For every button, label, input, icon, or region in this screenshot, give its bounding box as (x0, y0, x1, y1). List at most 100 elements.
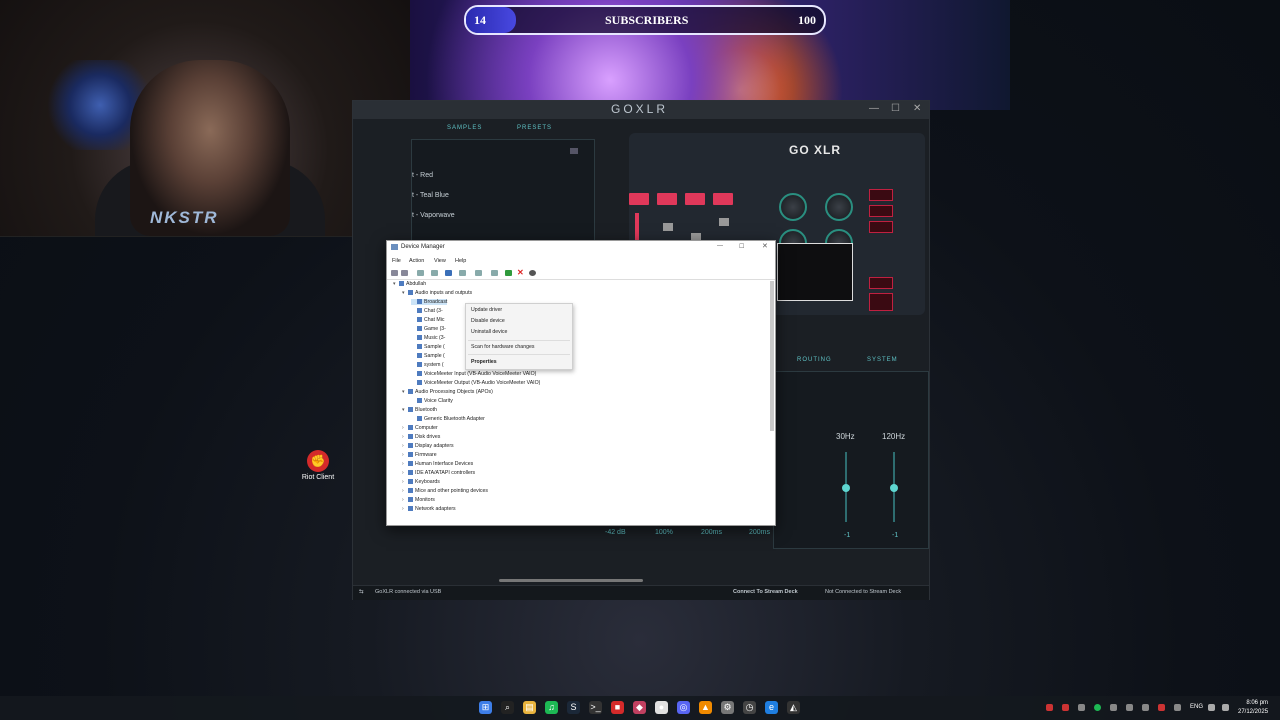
effect-button[interactable] (869, 277, 893, 289)
horizontal-scrollbar[interactable] (499, 579, 643, 582)
menu-disable-device[interactable]: Disable device (471, 318, 505, 324)
device-item[interactable]: Sample ( (411, 353, 445, 359)
minimize-icon[interactable]: — (717, 243, 723, 249)
device-category[interactable]: › Network adapters (402, 506, 456, 512)
tray-icon[interactable] (1126, 704, 1133, 711)
edge-icon[interactable]: e (765, 701, 778, 714)
fader-knob[interactable] (663, 223, 673, 231)
menu-properties[interactable]: Properties (471, 359, 497, 365)
effect-button[interactable] (869, 189, 893, 201)
device-item[interactable]: Generic Bluetooth Adapter (411, 416, 485, 422)
tray-icon[interactable] (1062, 704, 1069, 711)
volume-icon[interactable] (1222, 704, 1229, 711)
pitch-knob[interactable] (825, 193, 853, 221)
device-category[interactable]: › Computer (402, 425, 438, 431)
minimize-icon[interactable]: — (869, 103, 879, 114)
reverb-knob[interactable] (779, 193, 807, 221)
scan-hardware-icon[interactable] (491, 270, 498, 276)
search-icon[interactable]: ⌕ (501, 701, 514, 714)
vlc-icon[interactable]: ▲ (699, 701, 712, 714)
fader-knob[interactable] (719, 218, 729, 226)
close-icon[interactable]: ✕ (913, 103, 921, 114)
help-icon[interactable] (445, 270, 452, 276)
device-item[interactable]: Sample ( (411, 344, 445, 350)
windows-start-icon[interactable]: ⊞ (479, 701, 492, 714)
download-icon[interactable] (529, 270, 536, 276)
menu-file[interactable]: File (392, 258, 401, 264)
tray-icon[interactable] (1142, 704, 1149, 711)
device-item[interactable]: Voice Clarity (411, 398, 453, 404)
device-item[interactable]: system ( (411, 362, 444, 368)
mute-button-4[interactable] (713, 193, 733, 205)
menu-update-driver[interactable]: Update driver (471, 307, 502, 313)
device-item[interactable]: VoiceMeeter Input (VB-Audio VoiceMeeter … (411, 371, 536, 377)
steam-icon[interactable]: S (567, 701, 580, 714)
device-category[interactable]: ▾ Bluetooth (402, 407, 437, 413)
menu-uninstall-device[interactable]: Uninstall device (471, 329, 507, 335)
eq-slider-handle[interactable] (890, 484, 898, 492)
effect-button[interactable] (869, 205, 893, 217)
back-icon[interactable] (391, 270, 398, 276)
device-category[interactable]: ▾ Audio inputs and outputs (402, 290, 472, 296)
spotify-icon[interactable]: ♫ (545, 701, 558, 714)
tray-icon[interactable] (1046, 704, 1053, 711)
device-item[interactable]: Music (3- (411, 335, 445, 341)
tray-icon[interactable] (1078, 704, 1085, 711)
update-driver-icon[interactable] (475, 270, 482, 276)
desktop-icon-riot-client[interactable]: ✊ Riot Client (300, 450, 336, 481)
menu-help[interactable]: Help (455, 258, 466, 264)
device-category[interactable]: › Display adapters (402, 443, 454, 449)
tray-icon[interactable] (1110, 704, 1117, 711)
properties-icon[interactable] (431, 270, 438, 276)
computer-root[interactable]: ▾ Abdullah (393, 281, 426, 287)
mute-button-2[interactable] (657, 193, 677, 205)
language-indicator[interactable]: ENG (1190, 704, 1203, 710)
tab-presets[interactable]: PRESETS (517, 125, 552, 131)
terminal-icon[interactable]: >_ (589, 701, 602, 714)
device-category[interactable]: › Mice and other pointing devices (402, 488, 488, 494)
device-item[interactable]: VoiceMeeter Output (VB-Audio VoiceMeeter… (411, 380, 540, 386)
device-category[interactable]: › Monitors (402, 497, 435, 503)
device-category[interactable]: ▾ Audio Processing Objects (APOs) (402, 389, 493, 395)
device-category[interactable]: › Disk drives (402, 434, 440, 440)
connect-stream-deck-button[interactable]: Connect To Stream Deck (733, 589, 798, 595)
eq-slider-handle[interactable] (842, 484, 850, 492)
wifi-icon[interactable] (1208, 704, 1215, 711)
file-explorer-icon[interactable]: ▤ (523, 701, 536, 714)
folder-icon[interactable] (570, 148, 578, 154)
maximize-icon[interactable]: ☐ (739, 243, 744, 250)
tab-samples[interactable]: SAMPLES (447, 125, 482, 131)
forward-icon[interactable] (401, 270, 408, 276)
tray-icon[interactable] (1174, 704, 1181, 711)
maximize-icon[interactable]: ☐ (891, 103, 900, 114)
device-item[interactable]: Broadcast (411, 299, 448, 305)
close-icon[interactable]: ✕ (762, 242, 768, 250)
device-category[interactable]: › Firmware (402, 452, 437, 458)
view-icon[interactable] (459, 270, 466, 276)
effect-button[interactable] (869, 221, 893, 233)
device-category[interactable]: › Keyboards (402, 479, 440, 485)
menu-action[interactable]: Action (409, 258, 424, 264)
enable-device-icon[interactable] (505, 270, 512, 276)
mic-mute-button[interactable] (869, 293, 893, 311)
preset-item[interactable]: t - Teal Blue (412, 192, 449, 199)
device-item[interactable]: Chat (3- (411, 308, 443, 314)
device-category[interactable]: › Human Interface Devices (402, 461, 473, 467)
preset-item[interactable]: t - Red (412, 172, 433, 179)
goxlr-app-icon[interactable]: ◭ (787, 701, 800, 714)
chrome-icon[interactable]: ● (655, 701, 668, 714)
clock-app-icon[interactable]: ◷ (743, 701, 756, 714)
tray-icon[interactable] (1158, 704, 1165, 711)
spotify-tray-icon[interactable] (1094, 704, 1101, 711)
discord-icon[interactable]: ◎ (677, 701, 690, 714)
system-clock[interactable]: 8:06 pm 27/12/2025 (1238, 699, 1268, 717)
menu-scan-hardware[interactable]: Scan for hardware changes (471, 344, 534, 350)
device-item[interactable]: Chat Mic (411, 317, 444, 323)
device-item[interactable]: Game (3- (411, 326, 446, 332)
mute-button-1[interactable] (629, 193, 649, 205)
app-red-icon[interactable]: ■ (611, 701, 624, 714)
uninstall-device-icon[interactable]: ✕ (517, 268, 524, 277)
settings-icon[interactable]: ⚙ (721, 701, 734, 714)
preset-item[interactable]: t - Vaporwave (412, 212, 455, 219)
show-hide-tree-icon[interactable] (417, 270, 424, 276)
